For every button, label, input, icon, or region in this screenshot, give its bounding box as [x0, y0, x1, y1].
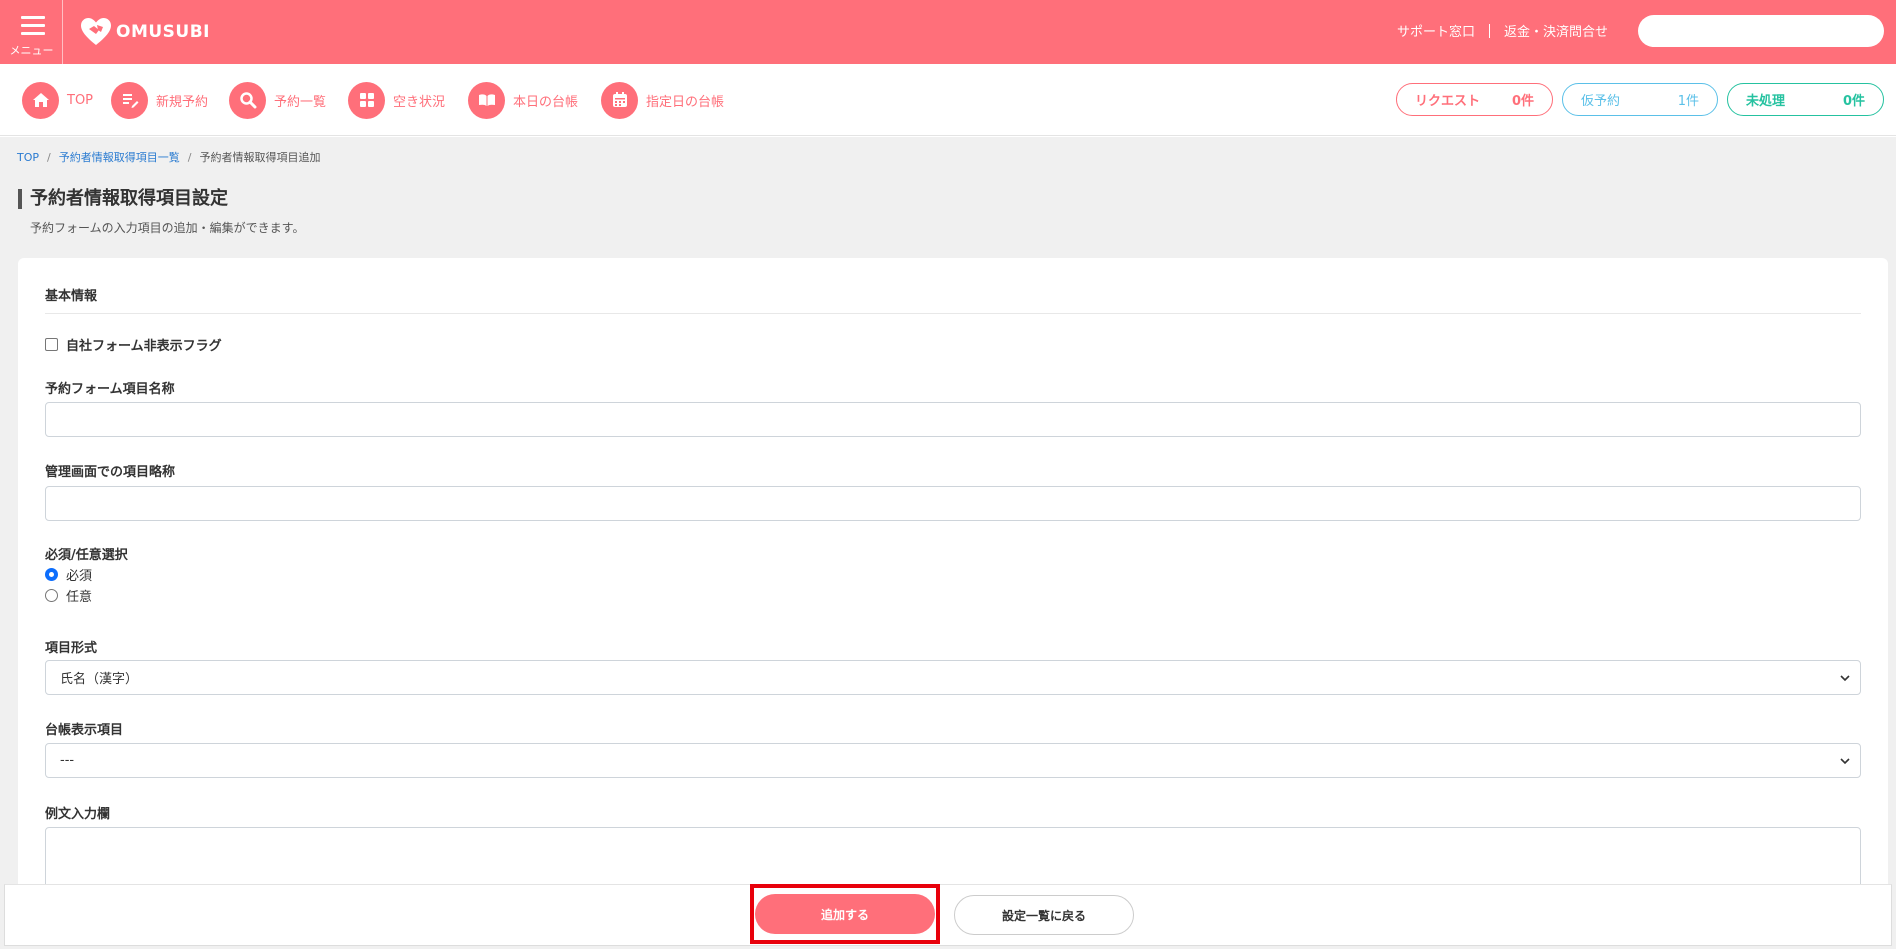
edit-icon	[111, 81, 148, 119]
top-header: メニュー OMUSUBI サポート窓口 返金・決済問合せ	[0, 0, 1896, 64]
page-title: 予約者情報取得項目設定	[18, 189, 228, 209]
book-icon	[468, 81, 505, 119]
radio-required-button[interactable]	[45, 567, 58, 581]
breadcrumb-separator: /	[187, 150, 192, 164]
action-footer	[4, 884, 1892, 946]
brand-name: OMUSUBI	[116, 22, 211, 42]
ledger-selected-value: ---	[60, 753, 75, 768]
format-select[interactable]: 氏名（漢字）	[45, 660, 1861, 695]
request-label: リクエスト	[1415, 94, 1481, 109]
radio-optional-button[interactable]	[45, 588, 58, 602]
grid-icon	[348, 81, 385, 119]
breadcrumb-top[interactable]: TOP	[17, 151, 39, 164]
nav-item-new-reservation[interactable]: 新規予約	[111, 81, 208, 119]
request-count: 0件	[1511, 94, 1534, 109]
nav-label: 指定日の台帳	[646, 94, 725, 110]
section-title: 基本情報	[45, 289, 98, 304]
admin-abbr-label: 管理画面での項目略称	[45, 465, 176, 480]
required-select-label: 必須/任意選択	[45, 548, 128, 563]
top-links: サポート窓口 返金・決済問合せ	[1397, 21, 1608, 40]
chevron-down-icon	[1840, 758, 1850, 765]
format-label: 項目形式	[45, 641, 98, 656]
hide-flag-label: 自社フォーム非表示フラグ	[66, 338, 222, 354]
refund-inquiry-link[interactable]: 返金・決済問合せ	[1504, 21, 1608, 40]
request-status-pill[interactable]: リクエスト 0件	[1396, 83, 1553, 116]
format-selected-value: 氏名（漢字）	[60, 672, 139, 687]
radio-optional[interactable]: 任意	[45, 586, 93, 605]
breadcrumb-separator: /	[47, 150, 51, 164]
omusubi-logo[interactable]: OMUSUBI	[80, 14, 210, 50]
support-link[interactable]: サポート窓口	[1397, 21, 1475, 40]
nav-item-reservation-list[interactable]: 予約一覧	[229, 81, 326, 119]
hide-flag-row[interactable]: 自社フォーム非表示フラグ	[45, 334, 222, 354]
nav-item-date-ledger[interactable]: 指定日の台帳	[601, 81, 724, 119]
calendar-icon	[601, 81, 638, 119]
admin-abbr-input[interactable]	[45, 486, 1861, 521]
home-icon	[22, 81, 59, 119]
main-content: TOP / 予約者情報取得項目一覧 / 予約者情報取得項目追加 予約者情報取得項…	[0, 137, 1896, 949]
search-icon	[229, 81, 266, 119]
nav-item-availability[interactable]: 空き状況	[348, 81, 445, 119]
unprocessed-count: 0件	[1842, 94, 1865, 109]
temp-count: 1件	[1677, 94, 1699, 109]
link-separator	[1488, 23, 1490, 38]
nav-label: 空き状況	[393, 94, 446, 110]
temp-reservation-pill[interactable]: 仮予約 1件	[1562, 83, 1718, 116]
nav-item-today-ledger[interactable]: 本日の台帳	[468, 81, 578, 119]
hide-flag-checkbox[interactable]	[45, 337, 58, 351]
item-name-label: 予約フォーム項目名称	[45, 382, 175, 397]
nav-label: 本日の台帳	[513, 94, 579, 110]
breadcrumb-item-list[interactable]: 予約者情報取得項目一覧	[59, 149, 180, 165]
highlight-box	[750, 884, 940, 944]
ledger-display-select[interactable]: ---	[45, 743, 1861, 778]
header-search-input[interactable]	[1638, 15, 1884, 47]
breadcrumb: TOP / 予約者情報取得項目一覧 / 予約者情報取得項目追加	[17, 149, 320, 165]
page-description: 予約フォームの入力項目の追加・編集ができます。	[30, 221, 305, 235]
menu-button[interactable]: メニュー	[0, 0, 63, 64]
section-divider	[45, 313, 1861, 314]
nav-label: 予約一覧	[274, 94, 327, 110]
main-nav: TOP 新規予約 予約一覧 空き状況 本日の台帳 指定日の台帳 リクエスト 0件	[0, 64, 1896, 136]
example-text-label: 例文入力欄	[45, 807, 111, 822]
form-card: 基本情報 自社フォーム非表示フラグ 予約フォーム項目名称 管理画面での項目略称 …	[18, 258, 1888, 928]
breadcrumb-current: 予約者情報取得項目追加	[199, 151, 321, 164]
back-to-list-button[interactable]: 設定一覧に戻る	[954, 895, 1134, 935]
heart-logo-icon	[81, 18, 111, 45]
nav-label: TOP	[67, 92, 94, 108]
nav-item-top[interactable]: TOP	[22, 81, 93, 119]
ledger-display-label: 台帳表示項目	[45, 723, 124, 738]
menu-label: メニュー	[9, 44, 54, 57]
nav-label: 新規予約	[156, 94, 209, 110]
unprocessed-status-pill[interactable]: 未処理 0件	[1727, 83, 1884, 116]
item-name-input[interactable]	[45, 402, 1861, 437]
chevron-down-icon	[1840, 675, 1850, 682]
radio-required-label: 必須	[66, 568, 93, 584]
radio-optional-label: 任意	[66, 589, 93, 605]
hamburger-icon	[21, 16, 45, 35]
temp-label: 仮予約	[1581, 94, 1621, 109]
unprocessed-label: 未処理	[1746, 94, 1786, 109]
radio-required[interactable]: 必須	[45, 565, 93, 584]
